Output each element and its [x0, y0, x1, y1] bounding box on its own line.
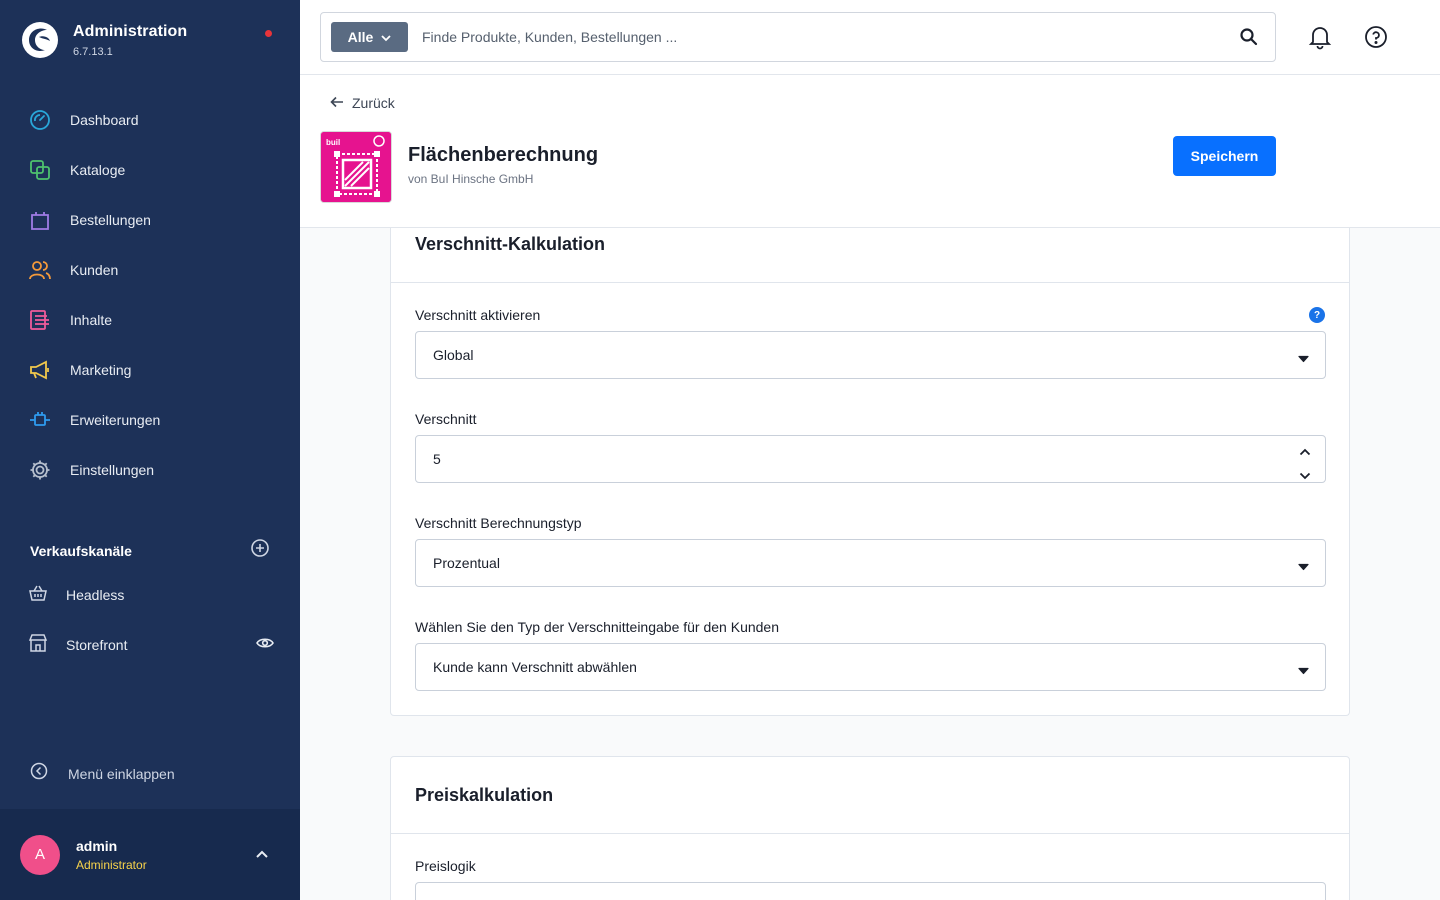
- select-eingabetyp[interactable]: Kunde kann Verschnitt abwählen: [415, 643, 1326, 691]
- sidebar-item-label: Erweiterungen: [70, 412, 161, 428]
- app-version: 6.7.13.1: [73, 45, 113, 58]
- sales-channels-header: Verkaufskanäle: [30, 538, 270, 563]
- select-value: Kunde kann Verschnitt abwählen: [433, 659, 637, 675]
- app-title: Administration: [73, 22, 188, 40]
- avatar: A: [20, 834, 60, 875]
- select-value: Global: [433, 347, 474, 363]
- card-title: Verschnitt-Kalkulation: [415, 234, 606, 254]
- sidebar-item-label: Bestellungen: [70, 212, 151, 228]
- user-menu[interactable]: A admin Administrator: [0, 809, 300, 900]
- arrow-left-icon: [330, 95, 344, 111]
- chevron-down-icon: [381, 29, 391, 45]
- plugin-icon: [28, 408, 52, 432]
- sidebar-item-label: Marketing: [70, 362, 132, 378]
- chevron-up-icon[interactable]: [1299, 443, 1311, 459]
- sidebar-item-erweiterungen[interactable]: Erweiterungen: [0, 395, 300, 445]
- sidebar-item-kunden[interactable]: Kunden: [0, 245, 300, 295]
- sidebar-item-einstellungen[interactable]: Einstellungen: [0, 445, 300, 495]
- sidebar-item-label: Inhalte: [70, 312, 113, 328]
- main-nav: Dashboard Kataloge Bestellungen Kunden I…: [0, 95, 300, 495]
- card-title: Preiskalkulation: [415, 785, 554, 805]
- card-preiskalkulation: Preiskalkulation Preislogik: [390, 756, 1350, 900]
- card-divider: [391, 282, 1349, 283]
- megaphone-icon: [28, 358, 52, 382]
- chevron-down-icon[interactable]: [1299, 467, 1311, 483]
- user-name: admin: [76, 837, 118, 854]
- collapse-menu-label: Menü einklappen: [68, 765, 175, 782]
- input-value: 5: [433, 451, 441, 467]
- chevron-down-icon: [1298, 558, 1309, 574]
- sales-channels-title: Verkaufskanäle: [30, 542, 132, 559]
- card-verschnitt-kalkulation: Verschnitt-Kalkulation Verschnitt aktivi…: [390, 228, 1350, 716]
- shopware-logo-icon: [22, 22, 58, 58]
- plugin-logo-icon: buil: [321, 132, 391, 202]
- field-label-verschnitt-aktivieren: Verschnitt aktivieren: [415, 307, 541, 323]
- field-label-berechnungstyp: Verschnitt Berechnungstyp: [415, 515, 582, 531]
- plugin-logo-text: buil: [326, 138, 340, 147]
- field-label-preislogik: Preislogik: [415, 858, 476, 874]
- sidebar: Administration 6.7.13.1 Dashboard Katalo…: [0, 0, 300, 900]
- select-verschnitt-aktivieren[interactable]: Global: [415, 331, 1326, 379]
- save-button[interactable]: Speichern: [1173, 136, 1276, 176]
- back-link[interactable]: Zurück: [330, 95, 395, 111]
- sidebar-item-label: Einstellungen: [70, 462, 155, 478]
- chevron-down-icon: [1298, 662, 1309, 678]
- select-berechnungstyp[interactable]: Prozentual: [415, 539, 1326, 587]
- help-icon[interactable]: ?: [1309, 307, 1325, 323]
- search-icon[interactable]: [1239, 27, 1259, 52]
- sidebar-item-bestellungen[interactable]: Bestellungen: [0, 195, 300, 245]
- shopping-bag-icon: [28, 208, 52, 232]
- notification-dot: [265, 30, 272, 37]
- brand[interactable]: Administration 6.7.13.1: [20, 20, 187, 60]
- card-divider: [391, 833, 1349, 834]
- sales-channel-item-headless[interactable]: Headless: [28, 575, 274, 615]
- sidebar-item-dashboard[interactable]: Dashboard: [0, 95, 300, 145]
- sales-channel-label: Headless: [66, 587, 125, 603]
- search-input[interactable]: [422, 29, 1202, 45]
- chevron-up-icon[interactable]: [255, 847, 269, 865]
- sidebar-item-inhalte[interactable]: Inhalte: [0, 295, 300, 345]
- field-label-verschnitt: Verschnitt: [415, 411, 477, 427]
- number-stepper: [1299, 443, 1311, 483]
- content-icon: [28, 308, 52, 332]
- sales-channel-label: Storefront: [66, 637, 128, 653]
- gear-icon: [28, 458, 52, 482]
- eye-icon[interactable]: [256, 636, 274, 655]
- storefront-icon: [28, 633, 48, 658]
- select-value: Prozentual: [433, 555, 500, 571]
- add-sales-channel-icon[interactable]: [250, 538, 270, 563]
- sidebar-item-label: Dashboard: [70, 112, 139, 128]
- sales-channel-item-storefront[interactable]: Storefront: [28, 625, 274, 665]
- sidebar-item-marketing[interactable]: Marketing: [0, 345, 300, 395]
- chevron-left-circle-icon: [30, 762, 48, 785]
- bell-icon[interactable]: [1308, 24, 1332, 55]
- plugin-logo: buil: [320, 131, 392, 203]
- chevron-down-icon: [1298, 350, 1309, 366]
- sidebar-item-label: Kunden: [70, 262, 119, 278]
- help-icon[interactable]: [1364, 25, 1388, 54]
- catalog-icon: [28, 158, 52, 182]
- field-label-eingabetyp: Wählen Sie den Typ der Verschnitteingabe…: [415, 619, 779, 635]
- user-role: Administrator: [76, 857, 147, 872]
- dashboard-icon: [28, 108, 52, 132]
- topbar: Alle: [300, 0, 1440, 75]
- search-type-select[interactable]: Alle: [331, 22, 408, 52]
- basket-icon: [28, 583, 48, 608]
- sidebar-item-label: Kataloge: [70, 162, 126, 178]
- select-preislogik[interactable]: [415, 882, 1326, 900]
- back-label: Zurück: [352, 95, 395, 111]
- number-input-verschnitt[interactable]: 5: [415, 435, 1326, 483]
- sidebar-item-kataloge[interactable]: Kataloge: [0, 145, 300, 195]
- global-search: Alle: [320, 12, 1276, 62]
- customers-icon: [28, 258, 52, 282]
- search-type-label: Alle: [347, 29, 374, 45]
- plugin-vendor: von BuI Hinsche GmbH: [408, 172, 534, 186]
- page-title: Flächenberechnung: [408, 144, 599, 166]
- collapse-menu-button[interactable]: Menü einklappen: [30, 762, 175, 785]
- page-header: Zurück buil Flächenberechnung von BuI Hi…: [300, 75, 1440, 228]
